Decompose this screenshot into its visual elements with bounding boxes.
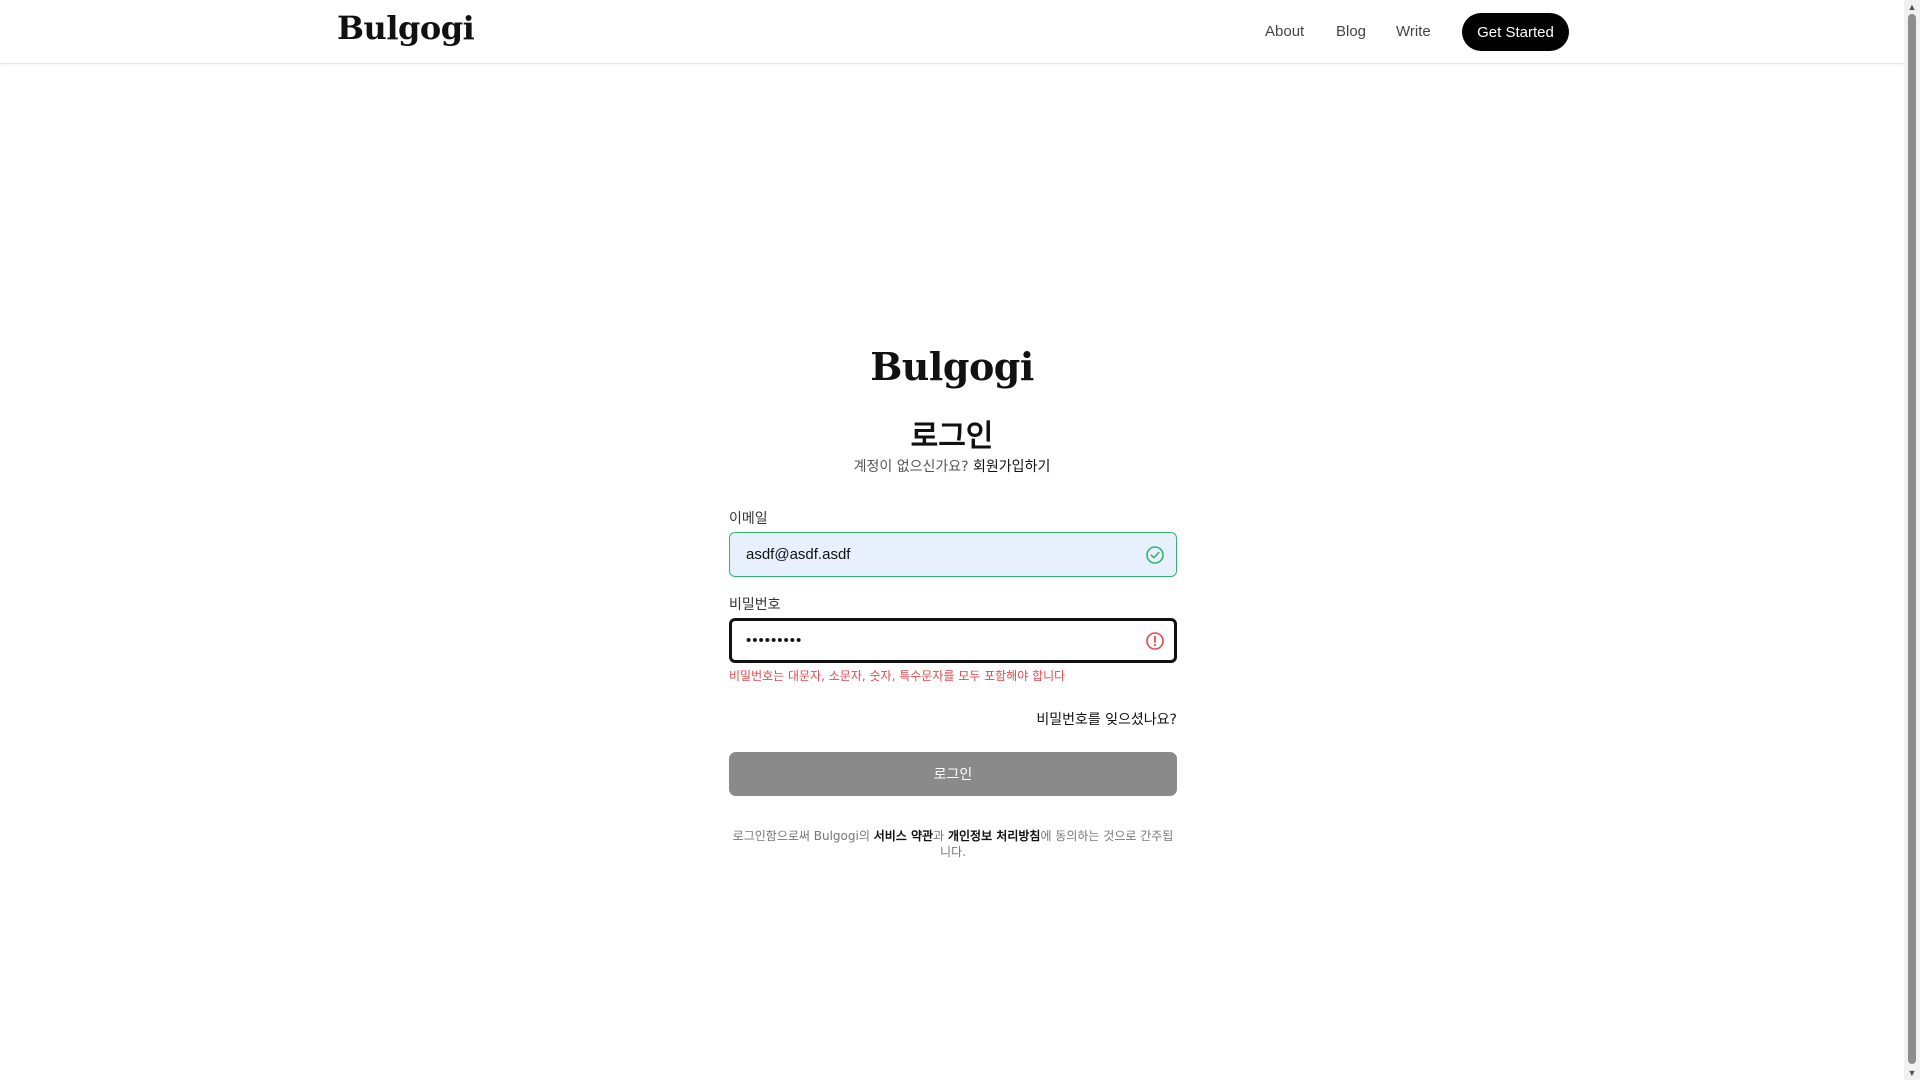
error-circle-icon bbox=[1146, 632, 1164, 650]
forgot-password-link[interactable]: 비밀번호를 잊으셨나요? bbox=[729, 709, 1177, 729]
scrollbar-thumb[interactable] bbox=[1908, 14, 1916, 1064]
check-circle-icon bbox=[1146, 546, 1164, 564]
nav-link-write[interactable]: Write bbox=[1396, 23, 1431, 40]
nav-write-container: Write bbox=[1396, 0, 1431, 63]
password-label: 비밀번호 bbox=[729, 597, 781, 613]
signup-link[interactable]: 회원가입하기 bbox=[973, 459, 1050, 475]
nav-blog-container: Blog bbox=[1336, 0, 1366, 63]
get-started-button[interactable]: Get Started bbox=[1462, 13, 1569, 51]
terms-and: 과 bbox=[933, 829, 948, 843]
password-field[interactable] bbox=[729, 618, 1177, 663]
email-field-wrapper bbox=[729, 532, 1177, 577]
scroll-down-arrow-icon[interactable]: ▼ bbox=[1904, 1066, 1920, 1080]
login-submit-button[interactable]: 로그인 bbox=[729, 752, 1177, 796]
top-navigation-bar: Bulgogi About Blog Write Get Started bbox=[0, 0, 1904, 64]
email-label: 이메일 bbox=[729, 511, 768, 527]
terms-notice: 로그인함으로써 Bulgogi의 서비스 약관과 개인정보 처리방침에 동의하는… bbox=[729, 828, 1177, 860]
nav-about-container: About bbox=[1265, 0, 1304, 63]
no-account-text: 계정이 없으신가요? bbox=[853, 459, 974, 475]
password-field-wrapper bbox=[729, 618, 1177, 663]
privacy-policy-link[interactable]: 개인정보 처리방침 bbox=[948, 829, 1041, 843]
terms-prefix: 로그인함으로써 Bulgogi의 bbox=[732, 829, 874, 843]
service-terms-link[interactable]: 서비스 약관 bbox=[874, 829, 933, 843]
login-logo: Bulgogi bbox=[870, 344, 1034, 389]
email-field[interactable] bbox=[729, 532, 1177, 577]
scroll-up-arrow-icon[interactable]: ▲ bbox=[1904, 0, 1920, 14]
header-logo[interactable]: Bulgogi bbox=[337, 9, 475, 47]
nav-link-blog[interactable]: Blog bbox=[1336, 23, 1366, 40]
page-title: 로그인 bbox=[910, 419, 994, 454]
nav-link-about[interactable]: About bbox=[1265, 23, 1304, 40]
vertical-scrollbar[interactable]: ▲ ▼ bbox=[1904, 0, 1920, 1080]
signup-prompt: 계정이 없으신가요? 회원가입하기 bbox=[0, 456, 1904, 476]
password-error-message: 비밀번호는 대문자, 소문자, 숫자, 특수문자를 모두 포함해야 합니다 bbox=[729, 669, 1066, 683]
